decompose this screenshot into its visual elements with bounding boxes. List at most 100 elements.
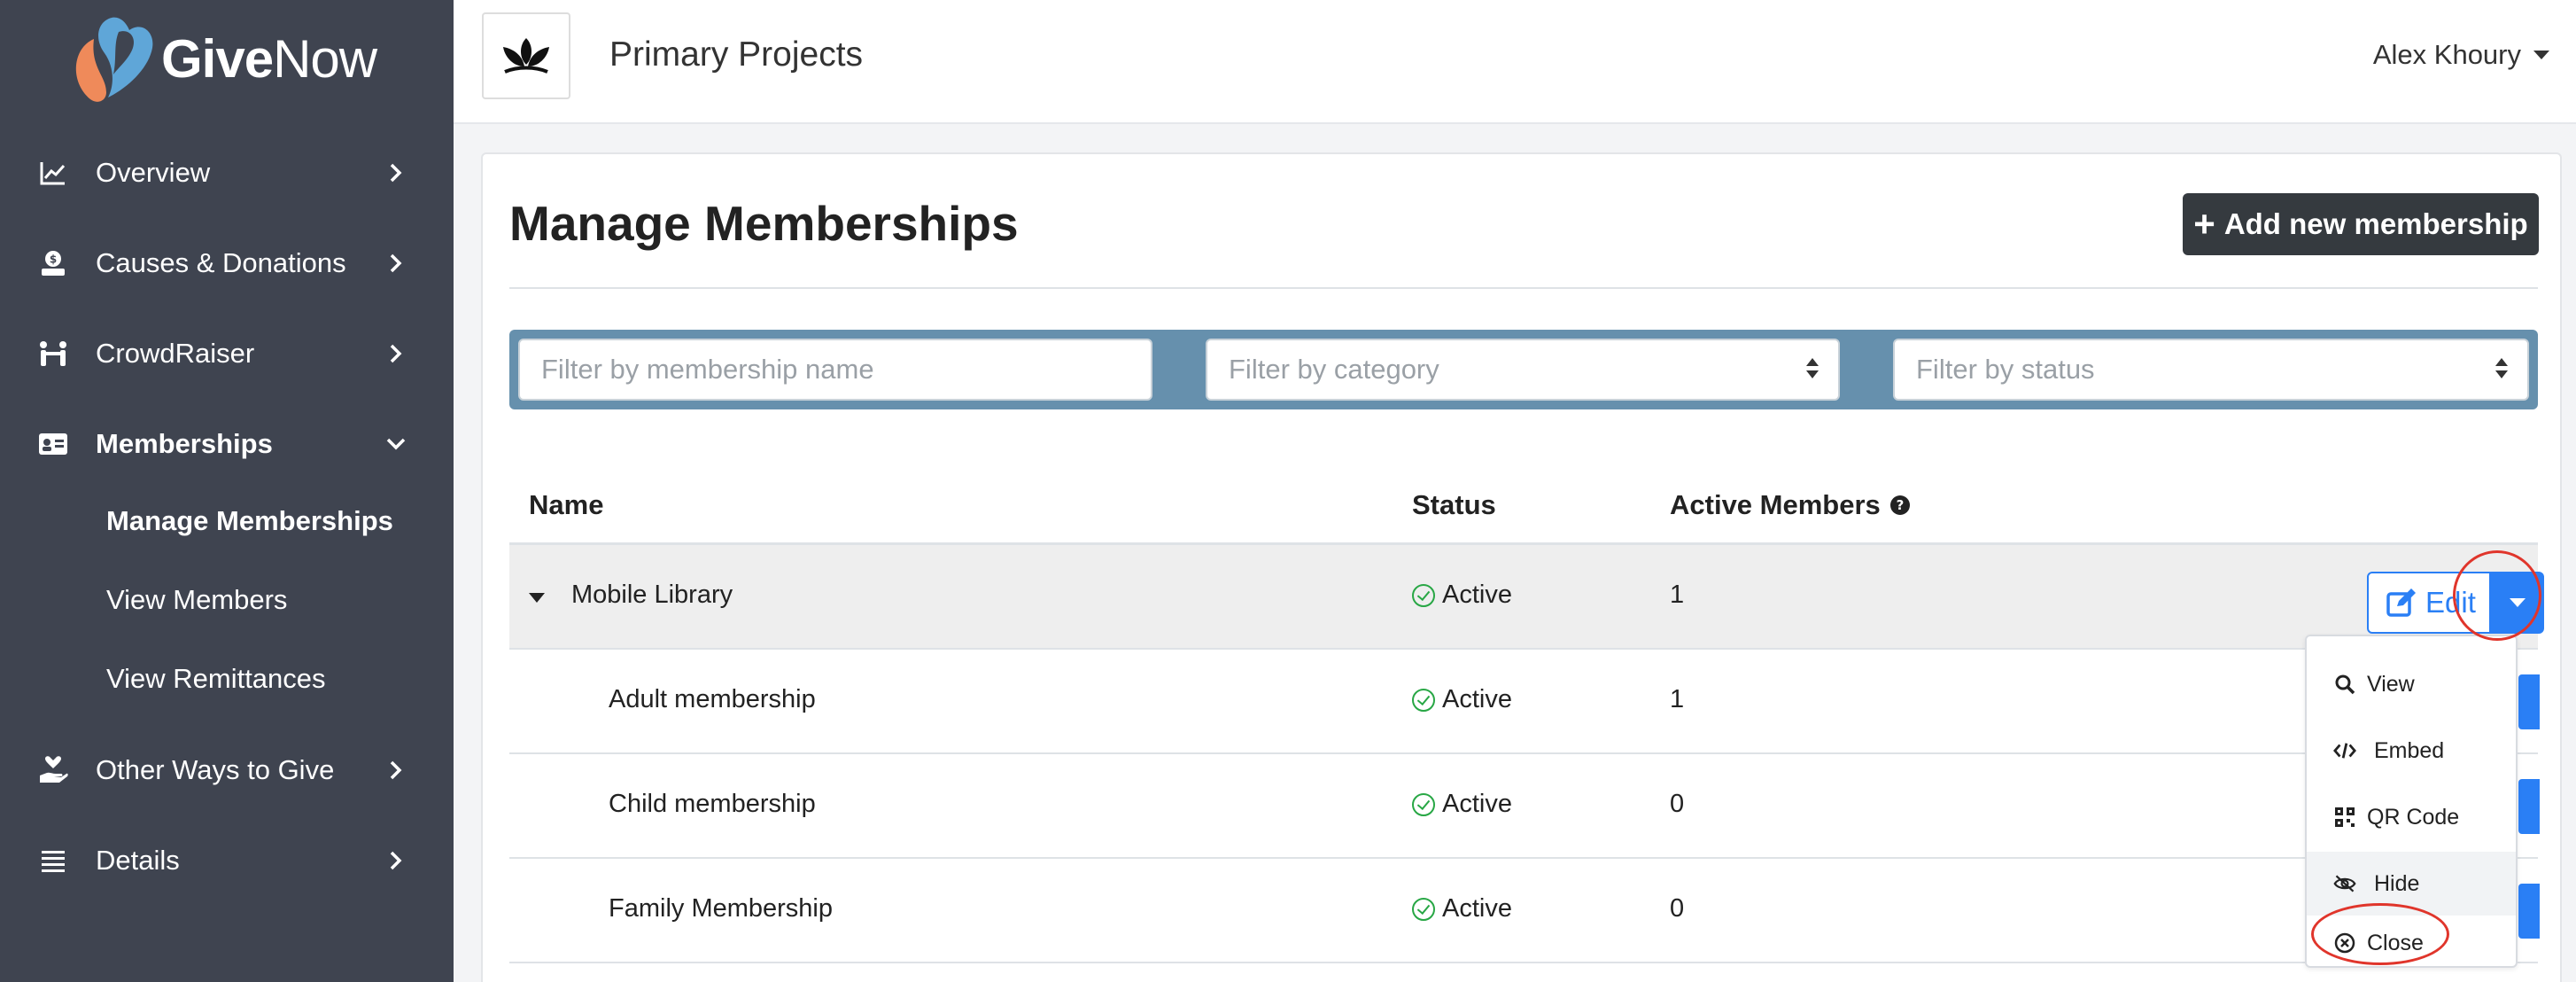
menu-item-embed[interactable]: Embed <box>2307 719 2516 783</box>
check-circle-icon <box>1412 688 1435 712</box>
chevron-right-icon <box>383 847 409 874</box>
check-circle-icon <box>1412 792 1435 816</box>
chevron-right-icon <box>383 160 409 186</box>
org-logo[interactable] <box>482 12 570 99</box>
check-circle-icon <box>1412 583 1435 607</box>
filter-bar: Filter by category Filter by status <box>509 330 2538 409</box>
svg-text:$: $ <box>50 253 57 266</box>
category-filter-select[interactable]: Filter by category <box>1206 339 1840 401</box>
row-action-button[interactable] <box>2518 779 2540 834</box>
sidebar-item-memberships[interactable]: Memberships <box>0 404 454 484</box>
column-header-active-members[interactable]: Active Members ? <box>1670 489 1911 521</box>
row-action-button[interactable] <box>2518 674 2540 729</box>
sidebar-item-overview[interactable]: Overview <box>0 133 454 213</box>
sidebar-item-label: Overview <box>96 157 211 188</box>
sidebar: GiveNow Overview $ Causes & Donations Cr… <box>0 0 454 982</box>
chevron-right-icon <box>383 340 409 367</box>
logo-text: GiveNow <box>161 28 377 89</box>
menu-item-label: View <box>2367 671 2415 697</box>
active-members-count: 1 <box>1670 581 1685 609</box>
page-title: Manage Memberships <box>509 196 1019 251</box>
chart-line-icon <box>37 157 69 189</box>
user-menu[interactable]: Alex Khoury <box>2373 39 2549 71</box>
sidebar-item-other-ways-to-give[interactable]: Other Ways to Give <box>0 730 454 810</box>
list-icon <box>37 845 69 877</box>
hand-heart-icon <box>37 754 69 786</box>
row-name: Adult membership <box>609 685 816 713</box>
row-action-button[interactable] <box>2518 884 2540 939</box>
people-icon <box>37 338 69 370</box>
sidebar-item-causes-donations[interactable]: $ Causes & Donations <box>0 223 454 303</box>
sidebar-item-label: Causes & Donations <box>96 247 346 278</box>
status-text: Active <box>1442 581 1512 609</box>
menu-item-label: QR Code <box>2367 804 2460 830</box>
check-circle-icon <box>1412 897 1435 921</box>
menu-item-label: Hide <box>2374 870 2420 896</box>
id-card-icon <box>37 428 69 460</box>
status-badge: Active <box>1412 894 1512 924</box>
status-badge: Active <box>1412 685 1512 714</box>
category-filter-placeholder: Filter by category <box>1229 354 1439 385</box>
menu-item-label: Embed <box>2374 737 2445 763</box>
sidebar-subitem-view-members[interactable]: View Members <box>106 584 287 616</box>
select-arrows-icon <box>1806 358 1819 378</box>
status-badge: Active <box>1412 581 1512 610</box>
donation-icon: $ <box>37 247 69 279</box>
highlight-circle-toggle <box>2453 550 2541 641</box>
edit-icon <box>2386 588 2416 617</box>
column-header-name[interactable]: Name <box>529 489 603 521</box>
divider <box>509 287 2538 289</box>
sidebar-item-details[interactable]: Details <box>0 821 454 900</box>
sidebar-item-crowdraiser[interactable]: CrowdRaiser <box>0 314 454 394</box>
status-filter-placeholder: Filter by status <box>1916 354 2095 385</box>
sidebar-item-label: Memberships <box>96 428 273 459</box>
menu-item-qr-code[interactable]: QR Code <box>2307 785 2516 849</box>
status-text: Active <box>1442 790 1512 818</box>
code-icon <box>2333 739 2356 762</box>
active-members-count: 0 <box>1670 894 1685 923</box>
search-icon <box>2333 673 2356 696</box>
active-members-count: 1 <box>1670 685 1685 713</box>
caret-down-icon <box>2533 51 2549 59</box>
active-members-header-label: Active Members <box>1670 489 1881 520</box>
eye-slash-icon <box>2333 872 2356 895</box>
sidebar-item-label: Other Ways to Give <box>96 754 335 785</box>
sidebar-item-label: CrowdRaiser <box>96 338 255 369</box>
add-membership-button[interactable]: + Add new membership <box>2183 193 2539 255</box>
table-row[interactable]: Adult membership Active 1 <box>509 650 2540 754</box>
help-icon[interactable]: ? <box>1889 495 1911 516</box>
active-members-count: 0 <box>1670 790 1685 818</box>
column-header-status[interactable]: Status <box>1412 489 1496 521</box>
sidebar-subitem-manage-memberships[interactable]: Manage Memberships <box>106 505 393 537</box>
givenow-logo[interactable]: GiveNow <box>67 12 377 105</box>
sidebar-item-label: Details <box>96 845 180 876</box>
row-name: Mobile Library <box>571 581 733 609</box>
org-name: Primary Projects <box>609 35 864 74</box>
row-name: Child membership <box>609 790 816 818</box>
select-arrows-icon <box>2495 358 2508 378</box>
plus-icon: + <box>2193 203 2215 245</box>
table-row[interactable]: Child membership Active 0 <box>509 754 2540 859</box>
menu-item-view[interactable]: View <box>2307 652 2516 716</box>
status-filter-select[interactable]: Filter by status <box>1893 339 2529 401</box>
membership-name-filter[interactable] <box>518 339 1152 401</box>
row-name: Family Membership <box>609 894 833 923</box>
table-row-parent[interactable]: Mobile Library Active 1 Edit <box>509 545 2544 650</box>
chevron-right-icon <box>383 250 409 277</box>
logo-mark-icon <box>67 12 156 105</box>
chevron-down-icon <box>383 431 409 457</box>
table-row[interactable]: Family Membership Active 0 <box>509 859 2540 963</box>
sidebar-subitem-view-remittances[interactable]: View Remittances <box>106 663 326 695</box>
membership-name-input[interactable] <box>541 354 1129 386</box>
topbar: Primary Projects Alex Khoury <box>454 0 2576 124</box>
chevron-right-icon <box>383 757 409 783</box>
add-membership-label: Add new membership <box>2223 207 2528 240</box>
qr-code-icon <box>2333 806 2356 829</box>
user-name: Alex Khoury <box>2372 39 2521 70</box>
status-text: Active <box>1442 685 1512 713</box>
lotus-icon <box>503 38 549 74</box>
highlight-circle-close <box>2311 903 2449 965</box>
main-card: Manage Memberships + Add new membership … <box>481 152 2562 982</box>
caret-down-icon[interactable] <box>529 593 545 603</box>
status-badge: Active <box>1412 790 1512 819</box>
